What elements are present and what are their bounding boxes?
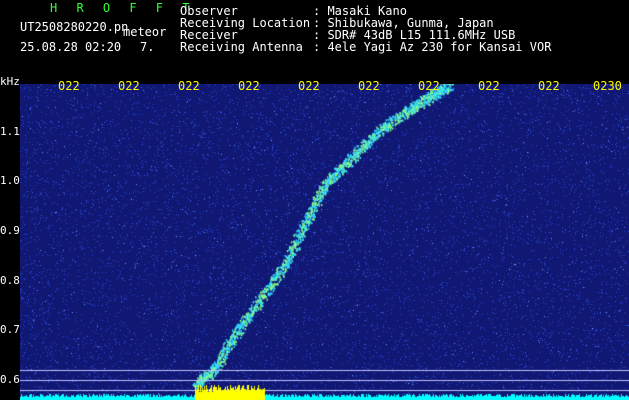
x-tick-10: 0230 — [593, 79, 622, 93]
station-title: H R O F F T — [50, 1, 196, 15]
x-tick-2: 022 — [118, 79, 140, 93]
datetime: 25.08.28 02:20 — [20, 40, 122, 54]
y-tick-0.8: 0.8 — [0, 274, 20, 287]
event-type: meteor — [123, 25, 167, 39]
minute-marker: 7. — [140, 40, 155, 54]
x-tick-7: 022 — [418, 79, 440, 93]
y-tick-1.0: 1.0 — [0, 174, 20, 187]
file-name: UT2508280220.pn — [20, 20, 129, 34]
x-tick-8: 022 — [478, 79, 500, 93]
x-tick-1: 022 — [58, 79, 80, 93]
x-tick-5: 022 — [298, 79, 320, 93]
info-key-antenna: Receiving Antenna — [180, 40, 303, 54]
x-tick-9: 022 — [538, 79, 560, 93]
x-tick-4: 022 — [238, 79, 260, 93]
spectrogram-canvas — [20, 84, 629, 400]
y-tick-0.6: 0.6 — [0, 373, 20, 386]
y-tick-0.7: 0.7 — [0, 323, 20, 336]
y-axis-unit: kHz — [0, 75, 20, 88]
x-tick-3: 022 — [178, 79, 200, 93]
x-tick-6: 022 — [358, 79, 380, 93]
y-tick-1.1: 1.1 — [0, 125, 20, 138]
y-tick-0.9: 0.9 — [0, 224, 20, 237]
info-value-antenna: : 4ele Yagi Az 230 for Kansai VOR — [313, 40, 552, 54]
